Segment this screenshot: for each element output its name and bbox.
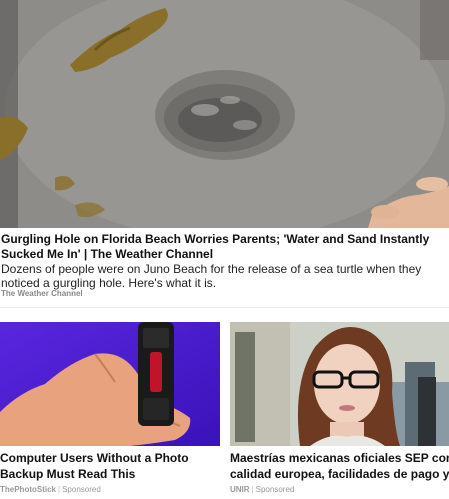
sponsored-card-meta: ThePhotoStick | Sponsored — [0, 485, 220, 494]
sponsored-card-unir[interactable]: Maestrías mexicanas oficiales SEP con ca… — [230, 322, 449, 494]
meta-separator: | — [58, 485, 61, 494]
sponsored-card-photostick[interactable]: Computer Users Without a Photo Backup Mu… — [0, 322, 220, 494]
featured-article-title[interactable]: Gurgling Hole on Florida Beach Worries P… — [1, 232, 447, 262]
sponsored-card-meta: UNIR | Sponsored — [230, 485, 449, 494]
sponsored-card-source[interactable]: UNIR — [230, 485, 250, 494]
sponsored-card-title-line2[interactable]: calidad europea, facilidades de pago y… — [230, 466, 449, 482]
featured-article-source: The Weather Channel — [1, 289, 83, 298]
meta-separator: | — [251, 485, 254, 494]
sponsored-card-image[interactable] — [0, 322, 220, 446]
featured-article-description: Dozens of people were on Juno Beach for … — [1, 262, 422, 290]
featured-article-image[interactable] — [0, 0, 449, 228]
divider — [0, 307, 449, 308]
sponsored-card-title-line2[interactable]: Backup Must Read This — [0, 466, 220, 482]
sponsored-label: Sponsored — [62, 485, 101, 494]
sponsored-label: Sponsored — [255, 485, 295, 494]
sponsored-card-source[interactable]: ThePhotoStick — [0, 485, 56, 494]
featured-article-card[interactable]: Gurgling Hole on Florida Beach Worries P… — [0, 0, 449, 298]
sponsored-card-title-line1[interactable]: Computer Users Without a Photo — [0, 450, 220, 466]
content-feed: Gurgling Hole on Florida Beach Worries P… — [0, 0, 449, 499]
sponsored-card-title-line1[interactable]: Maestrías mexicanas oficiales SEP con — [230, 450, 449, 466]
sponsored-card-image[interactable] — [230, 322, 449, 446]
